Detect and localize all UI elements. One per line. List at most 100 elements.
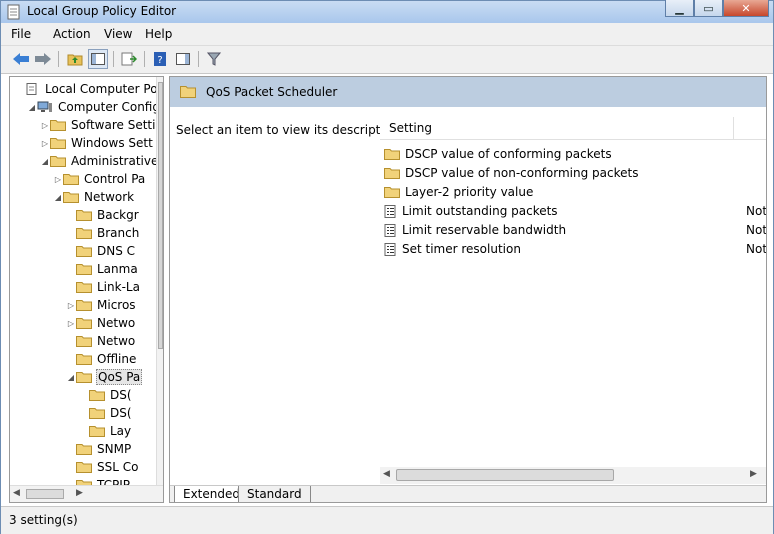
back-arrow-icon xyxy=(13,53,29,65)
tree-item[interactable]: ▷ Micros xyxy=(66,296,137,314)
tree-item[interactable]: ▷ Netwo xyxy=(66,314,136,332)
tree-item[interactable]: DS( xyxy=(79,386,133,404)
tree-item-label: Offline xyxy=(97,352,137,366)
console-tree[interactable]: Local Computer Polic ◢ Computer Config ▷ Sof… xyxy=(9,76,164,503)
tree-item[interactable]: DS( xyxy=(79,404,133,422)
show-hide-console-tree-button[interactable] xyxy=(88,49,108,69)
toolbar-separator xyxy=(58,51,59,67)
toolbar-separator xyxy=(113,51,114,67)
scroll-left-icon[interactable]: ◀ xyxy=(13,488,20,498)
expand-arrow-icon[interactable]: ▷ xyxy=(66,319,76,328)
setting-state: Not xyxy=(746,242,767,256)
folder-icon xyxy=(50,119,70,131)
menu-bar: File Action View Help xyxy=(1,23,773,46)
console-tree-icon xyxy=(91,53,105,65)
tree-item[interactable]: Lay xyxy=(79,422,132,440)
tab-standard[interactable]: Standard xyxy=(238,486,311,502)
tree-horizontal-scrollbar[interactable]: ◀ ▶ xyxy=(10,485,163,502)
tree-item[interactable]: Offline xyxy=(66,350,137,368)
folder-icon xyxy=(50,155,70,167)
export-list-button[interactable] xyxy=(119,49,139,69)
list-item[interactable]: Set timer resolution Not xyxy=(384,240,767,258)
tree-item-label: Branch xyxy=(97,226,140,240)
expand-arrow-icon[interactable]: ▷ xyxy=(53,175,63,184)
tree-item[interactable]: ▷ Control Pa xyxy=(53,170,146,188)
close-button[interactable]: ✕ xyxy=(723,0,769,17)
tree-item-label: Windows Sett xyxy=(71,136,153,150)
collapse-arrow-icon[interactable]: ◢ xyxy=(53,193,63,202)
tree-item[interactable]: ◢ Network xyxy=(53,188,135,206)
help-button[interactable]: ? xyxy=(150,49,170,69)
title-bar[interactable]: Local Group Policy Editor ▁ ▭ ✕ xyxy=(1,0,773,23)
list-item[interactable]: Limit reservable bandwidth Not xyxy=(384,221,766,239)
collapse-arrow-icon[interactable]: ◢ xyxy=(66,373,76,382)
menu-view[interactable]: View xyxy=(104,27,132,41)
up-one-level-button[interactable] xyxy=(65,49,85,69)
list-hscroll-thumb[interactable] xyxy=(396,469,614,481)
folder-icon xyxy=(76,281,96,293)
folder-icon xyxy=(63,173,83,185)
scroll-left-icon[interactable]: ◀ xyxy=(383,469,390,479)
list-item[interactable]: DSCP value of conforming packets xyxy=(384,145,764,163)
folder-up-icon xyxy=(67,54,83,66)
tree-item[interactable]: Netwo xyxy=(66,332,136,350)
show-action-pane-button[interactable] xyxy=(173,49,193,69)
folder-icon xyxy=(89,407,109,419)
scroll-right-icon[interactable]: ▶ xyxy=(76,488,83,498)
collapse-arrow-icon[interactable]: ◢ xyxy=(27,103,37,112)
tree-item[interactable]: ▷ Software Setti xyxy=(40,116,156,134)
filter-icon xyxy=(207,52,221,66)
menu-help[interactable]: Help xyxy=(145,27,172,41)
menu-file[interactable]: File xyxy=(11,27,31,41)
tree-item[interactable]: Lanma xyxy=(66,260,139,278)
expand-arrow-icon[interactable]: ▷ xyxy=(40,121,50,130)
action-pane-icon xyxy=(176,53,190,65)
tree-item[interactable]: SNMP xyxy=(66,440,132,458)
maximize-button[interactable]: ▭ xyxy=(694,0,723,17)
expand-arrow-icon[interactable]: ▷ xyxy=(66,301,76,310)
back-button[interactable] xyxy=(11,49,31,69)
app-window: Local Group Policy Editor ▁ ▭ ✕ File Act… xyxy=(0,0,774,534)
tree-scroll-thumb[interactable] xyxy=(158,82,163,349)
tree-item[interactable]: ◢ QoS Pa xyxy=(66,368,143,386)
tree-item[interactable]: DNS C xyxy=(66,242,136,260)
tree-item[interactable]: SSL Co xyxy=(66,458,139,476)
tree-item-label: Lanma xyxy=(97,262,138,276)
policy-setting-icon xyxy=(384,242,402,256)
folder-icon xyxy=(384,186,405,198)
column-header-setting[interactable]: Setting xyxy=(380,117,766,140)
tree-item-label: DS( xyxy=(110,388,132,402)
tree-item[interactable]: ◢ Administrative xyxy=(40,152,159,170)
folder-icon xyxy=(180,86,196,98)
list-horizontal-scrollbar[interactable]: ◀ ▶ xyxy=(380,467,766,484)
folder-icon xyxy=(76,227,96,239)
tree-hscroll-thumb[interactable] xyxy=(26,489,64,499)
forward-button[interactable] xyxy=(33,49,53,69)
minimize-button[interactable]: ▁ xyxy=(665,0,694,17)
tree-item-label: Netwo xyxy=(97,316,136,330)
list-item[interactable]: Limit outstanding packets Not xyxy=(384,202,766,220)
tree-item-label: DS( xyxy=(110,406,132,420)
tree-item[interactable]: Backgr xyxy=(66,206,140,224)
folder-icon xyxy=(63,191,83,203)
scroll-right-icon[interactable]: ▶ xyxy=(750,469,757,479)
list-item-label: DSCP value of conforming packets xyxy=(405,147,612,161)
filter-button[interactable] xyxy=(204,49,224,69)
tree-item[interactable]: ▷ Windows Sett xyxy=(40,134,154,152)
collapse-arrow-icon[interactable]: ◢ xyxy=(40,157,50,166)
tree-item[interactable]: Link-La xyxy=(66,278,141,296)
list-item[interactable]: DSCP value of non-conforming packets xyxy=(384,164,764,182)
folder-icon xyxy=(384,148,405,160)
column-separator[interactable] xyxy=(733,117,734,139)
folder-icon xyxy=(76,335,96,347)
forward-arrow-icon xyxy=(35,53,51,65)
tree-item-label: Lay xyxy=(110,424,132,438)
menu-action[interactable]: Action xyxy=(53,27,91,41)
tree-item[interactable]: ◢ Computer Config xyxy=(27,98,161,116)
tree-item[interactable]: Local Computer Polic xyxy=(14,80,163,98)
list-item[interactable]: Layer-2 priority value xyxy=(384,183,764,201)
toolbar: ? xyxy=(1,46,773,74)
tree-item[interactable]: Branch xyxy=(66,224,140,242)
expand-arrow-icon[interactable]: ▷ xyxy=(40,139,50,148)
tree-vertical-scrollbar[interactable] xyxy=(156,77,163,485)
